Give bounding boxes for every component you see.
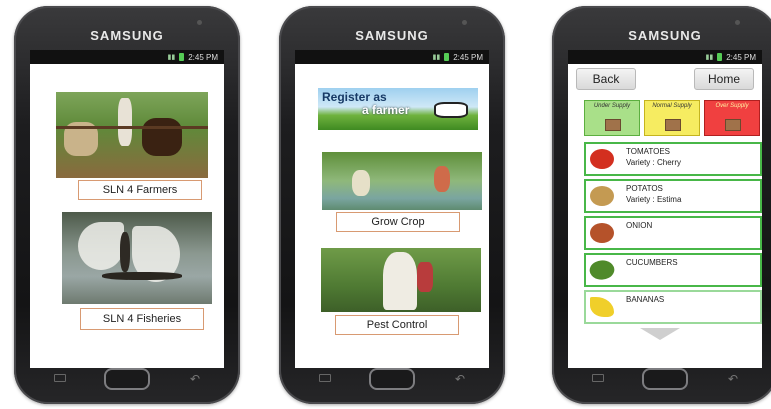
status-time: 2:45 PM [453, 52, 483, 62]
banana-icon [590, 297, 614, 317]
status-bar: ▮▮ 2:45 PM [30, 50, 224, 64]
worker-right [434, 166, 450, 192]
home-hardware-button[interactable] [104, 368, 150, 390]
legend-normal-supply[interactable]: Normal Supply [644, 100, 700, 136]
register-line2: a farmer [362, 103, 410, 117]
screen: ▮▮ 2:45 PM SLN 4 Farmers SLN 4 Fisheries [30, 50, 224, 368]
fisherman-figure [120, 232, 130, 272]
item-name: BANANAS [626, 295, 665, 304]
boat [102, 272, 182, 280]
legend-under-supply[interactable]: Under Supply [584, 100, 640, 136]
crate-icon [605, 119, 621, 131]
item-name: TOMATOES [626, 147, 671, 156]
fisheries-image[interactable] [62, 212, 212, 304]
home-hardware-button[interactable] [369, 368, 415, 390]
legend-over-label: Over Supply [715, 103, 749, 109]
menu-key-icon[interactable] [319, 374, 331, 382]
menu-key-icon[interactable] [592, 374, 604, 382]
item-name: POTATOS [626, 184, 663, 193]
item-variety: Variety : Cherry [626, 158, 681, 167]
grow-crop-button[interactable]: Grow Crop [336, 212, 460, 232]
status-bar: ▮▮ 2:45 PM [568, 50, 762, 64]
signal-icon: ▮▮ [167, 54, 176, 61]
phone-frame-supply-list: SAMSUNG ▮▮ 2:45 PM Back Home Under Suppl… [552, 6, 771, 404]
back-button[interactable]: Back [576, 68, 636, 90]
item-variety: Variety : Estima [626, 195, 682, 204]
status-bar: ▮▮ 2:45 PM [295, 50, 489, 64]
front-camera [735, 20, 740, 25]
signal-icon: ▮▮ [432, 54, 441, 61]
legend-under-label: Under Supply [593, 103, 631, 109]
register-line1: Register as [322, 90, 387, 104]
back-key-icon[interactable]: ↶ [190, 372, 200, 386]
legend-normal-label: Normal Supply [652, 103, 692, 109]
nav-row: Back Home [568, 68, 762, 92]
sln-farmers-button[interactable]: SLN 4 Farmers [78, 180, 202, 200]
list-item-onion[interactable]: ONION [584, 216, 762, 250]
back-key-icon[interactable]: ↶ [728, 372, 738, 386]
worker-left [352, 170, 370, 196]
crate-icon [725, 119, 741, 131]
phone-frame-sln-home: SAMSUNG ▮▮ 2:45 PM SLN 4 Farmers SLN 4 F… [14, 6, 240, 404]
yoke [56, 126, 208, 129]
phone-frame-farmer-menu: SAMSUNG ▮▮ 2:45 PM Register as a farmer … [279, 6, 505, 404]
pest-control-button[interactable]: Pest Control [335, 315, 459, 335]
menu-key-icon[interactable] [54, 374, 66, 382]
brand-logo: SAMSUNG [90, 28, 164, 43]
sprayer-worker [383, 252, 417, 310]
back-key-icon[interactable]: ↶ [455, 372, 465, 386]
list-item-cucumbers[interactable]: CUCUMBERS [584, 253, 762, 287]
list-item-potatos[interactable]: POTATOS Variety : Estima [584, 179, 762, 213]
signal-icon: ▮▮ [705, 54, 714, 61]
supply-legend: Under Supply Normal Supply Over Supply [584, 100, 762, 136]
farmers-image[interactable] [56, 92, 208, 178]
list-item-tomatoes[interactable]: TOMATOES Variety : Cherry [584, 142, 762, 176]
battery-icon [444, 53, 450, 61]
cucumber-icon [586, 255, 618, 285]
ox-right [142, 118, 182, 156]
screen: ▮▮ 2:45 PM Back Home Under Supply Normal… [568, 50, 762, 368]
farmer-figure [118, 98, 132, 146]
front-camera [197, 20, 202, 25]
home-hardware-button[interactable] [642, 368, 688, 390]
hardware-keys: ↶ [552, 366, 771, 394]
front-camera [462, 20, 467, 25]
pest-control-image[interactable] [321, 248, 481, 312]
onion-icon [590, 223, 614, 243]
produce-list: TOMATOES Variety : Cherry POTATOS Variet… [584, 142, 762, 327]
screen: ▮▮ 2:45 PM Register as a farmer Grow Cro… [295, 50, 489, 368]
register-farmer-banner[interactable]: Register as a farmer [318, 88, 478, 130]
status-time: 2:45 PM [188, 52, 218, 62]
net-left [78, 222, 124, 270]
item-name: CUCUMBERS [626, 258, 678, 267]
legend-over-supply[interactable]: Over Supply [704, 100, 760, 136]
sln-fisheries-button[interactable]: SLN 4 Fisheries [80, 308, 204, 330]
register-banner-text: Register as a farmer [322, 91, 409, 117]
grow-crop-image[interactable] [322, 152, 482, 210]
hardware-keys: ↶ [279, 366, 505, 394]
spray-tank [417, 262, 433, 292]
home-button[interactable]: Home [694, 68, 754, 90]
scroll-down-arrow-icon[interactable] [640, 328, 680, 340]
battery-icon [179, 53, 185, 61]
brand-logo: SAMSUNG [355, 28, 429, 43]
battery-icon [717, 53, 723, 61]
tomato-icon [590, 149, 614, 169]
status-time: 2:45 PM [726, 52, 756, 62]
crate-icon [665, 119, 681, 131]
brand-logo: SAMSUNG [628, 28, 702, 43]
list-item-bananas[interactable]: BANANAS [584, 290, 762, 324]
cow-icon [434, 102, 468, 118]
item-name: ONION [626, 221, 653, 230]
potato-icon [590, 186, 614, 206]
hardware-keys: ↶ [14, 366, 240, 394]
